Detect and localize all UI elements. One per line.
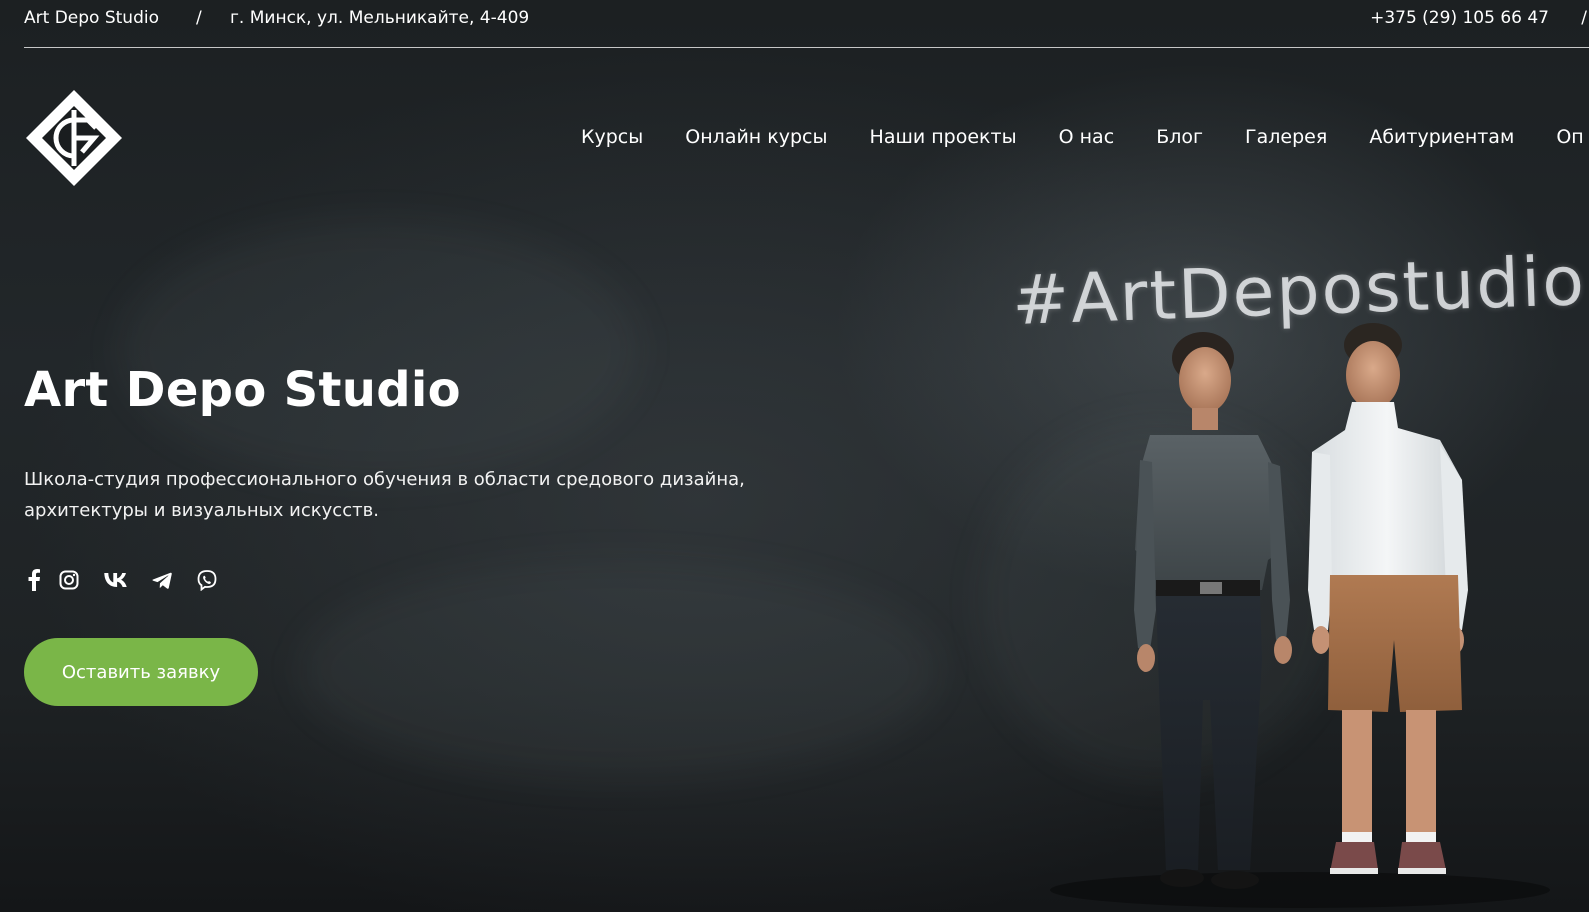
topbar-phone[interactable]: +375 (29) 105 66 47 [1370,8,1549,28]
topbar-separator-right: / [1581,8,1587,28]
hero-title: Art Depo Studio [24,362,461,418]
nav-item-gallery[interactable]: Галерея [1245,126,1327,148]
main-navigation: Курсы Онлайн курсы Наши проекты О нас Бл… [581,126,1589,156]
nav-item-applicants[interactable]: Абитуриентам [1369,126,1514,148]
viber-icon[interactable] [195,568,219,592]
hero-photo-people [1050,323,1550,908]
nav-item-truncated[interactable]: Оп [1556,126,1583,148]
top-info-bar: Art Depo Studio / г. Минск, ул. Мельника… [24,0,1589,48]
topbar-brand[interactable]: Art Depo Studio [24,8,159,28]
nav-item-online-courses[interactable]: Онлайн курсы [685,126,827,148]
nav-item-projects[interactable]: Наши проекты [870,126,1017,148]
hero-subtitle-line: архитектуры и визуальных искусств. [24,500,379,521]
request-button[interactable]: Оставить заявку [24,638,258,706]
hero-subtitle-line: Школа-студия профессионального обучения … [24,469,745,490]
chalk-smudge [300,560,940,780]
vk-icon[interactable] [102,568,130,592]
topbar-separator: / [196,8,202,28]
nav-item-blog[interactable]: Блог [1156,126,1203,148]
chalk-smudge [120,220,640,480]
telegram-icon[interactable] [150,568,174,592]
facebook-icon[interactable] [22,568,46,592]
nav-item-about[interactable]: О нас [1059,126,1115,148]
hero-subtitle: Школа-студия профессионального обучения … [24,464,824,526]
nav-item-courses[interactable]: Курсы [581,126,643,148]
site-logo[interactable] [24,88,124,188]
instagram-icon[interactable] [57,568,81,592]
topbar-address: г. Минск, ул. Мельникайте, 4-409 [230,8,530,28]
diamond-logo-icon [26,90,122,186]
